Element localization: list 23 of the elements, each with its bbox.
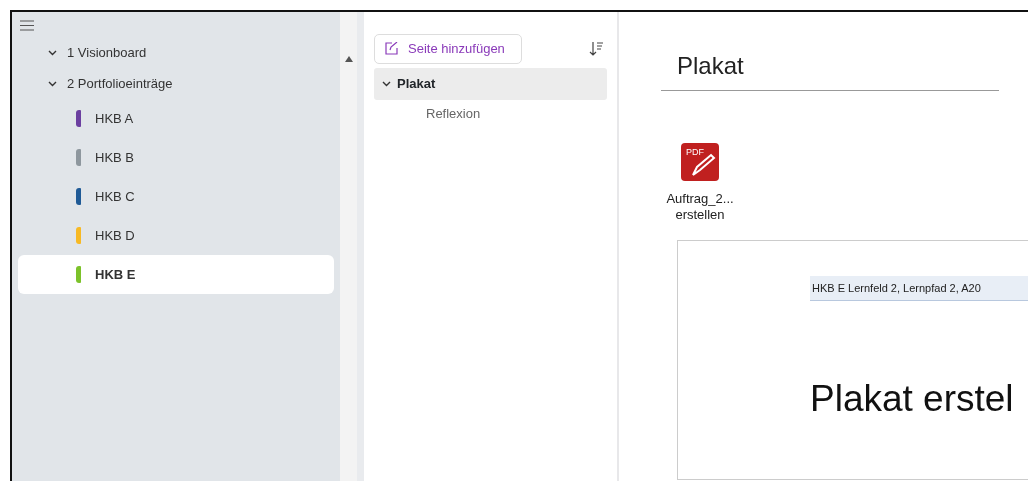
section-item[interactable]: HKB E <box>18 255 334 294</box>
section-group-label[interactable]: 1 Visionboard <box>67 42 147 63</box>
chevron-icon[interactable] <box>382 79 391 88</box>
add-page-icon <box>385 42 398 56</box>
pdf-file-icon[interactable]: PDF <box>681 143 719 181</box>
page-item[interactable]: Plakat <box>374 67 607 100</box>
subpage-item[interactable]: Reflexion <box>374 99 607 128</box>
menu-icon[interactable] <box>20 20 34 31</box>
sort-icon[interactable] <box>589 41 603 56</box>
document-header: HKB E Lernfeld 2, Lernpfad 2, A20 <box>810 275 1028 301</box>
section-item[interactable]: HKB B <box>18 138 334 177</box>
section-item[interactable]: HKB D <box>18 216 334 255</box>
scroll-up-icon[interactable] <box>344 56 353 62</box>
scrollbar[interactable] <box>340 12 364 481</box>
add-page-button[interactable]: Seite hinzufügen <box>374 34 522 64</box>
section-group-label[interactable]: 2 Portfolioeinträge <box>67 73 173 94</box>
attachment-name: Auftrag_2... erstellen <box>666 191 734 224</box>
page-title: Plakat <box>661 48 999 91</box>
document-heading: Plakat erstel <box>810 377 1015 421</box>
section-item[interactable]: HKB A <box>18 99 334 138</box>
chevron-icon[interactable] <box>48 48 57 57</box>
section-item[interactable]: HKB C <box>18 177 334 216</box>
chevron-icon[interactable] <box>48 79 57 88</box>
